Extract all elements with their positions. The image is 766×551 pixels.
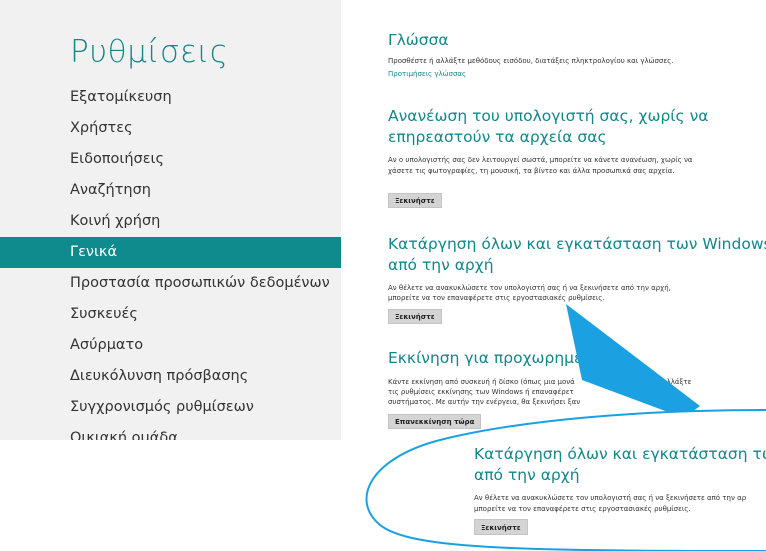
settings-title: Ρυθμίσεις: [70, 34, 229, 70]
advanced-startup-description-line1: Κάντε εκκίνηση από συσκευή ή δίσκο (όπως…: [388, 378, 575, 386]
sidebar-item-homegroup[interactable]: Οικιακή ομάδα: [0, 423, 341, 440]
reset-description-line2: μπορείτε να τον επαναφέρετε στις εργοστα…: [388, 294, 605, 302]
sidebar-item-users[interactable]: Χρήστες: [0, 113, 341, 144]
sidebar-item-personalization[interactable]: Εξατομίκευση: [0, 82, 341, 113]
refresh-description: Αν ο υπολογιστής σας δεν λειτουργεί σωστ…: [388, 156, 693, 175]
settings-sidebar: Ρυθμίσεις Εξατομίκευση Χρήστες Ειδοποιήσ…: [0, 0, 341, 440]
sidebar-item-share[interactable]: Κοινή χρήση: [0, 206, 341, 237]
zoomed-reset-section: Κατάργηση όλων και εγκατάσταση των Win α…: [474, 434, 766, 551]
advanced-startup-description-line1-end: αλλάξτε: [662, 378, 692, 386]
reset-heading-line2: από την αρχή: [388, 256, 494, 274]
zoomed-reset-description-line2: μπορείτε να τον επαναφέρετε στις εργοστα…: [474, 505, 691, 513]
sidebar-item-privacy[interactable]: Προστασία προσωπικών δεδομένων: [0, 268, 341, 299]
sidebar-item-devices[interactable]: Συσκευές: [0, 299, 341, 330]
advanced-startup-description-line2: τις ρυθμίσεις εκκίνησης των Windows ή επ…: [388, 388, 574, 396]
sidebar-item-general[interactable]: Γενικά: [0, 237, 341, 268]
zoomed-reset-heading-line2: από την αρχή: [474, 466, 580, 484]
advanced-startup-description-line2-end: ιδο: [668, 388, 679, 396]
refresh-start-button[interactable]: Ξεκινήστε: [388, 193, 442, 208]
reset-heading-line1: Κατάργηση όλων και εγκατάσταση των Windo…: [388, 235, 766, 253]
sidebar-item-notifications[interactable]: Ειδοποιήσεις: [0, 144, 341, 175]
restart-now-button[interactable]: Επανεκκίνηση τώρα: [388, 414, 482, 429]
zoomed-reset-description-line1: Αν θέλετε να ανακυκλώσετε τον υπολογιστή…: [474, 494, 747, 502]
sidebar-item-sync-settings[interactable]: Συγχρονισμός ρυθμίσεων: [0, 392, 341, 423]
zoomed-reset-start-button[interactable]: Ξεκινήστε: [474, 519, 528, 535]
sidebar-item-wireless[interactable]: Ασύρματο: [0, 330, 341, 361]
language-heading: Γλώσσα: [388, 31, 449, 49]
advanced-startup-description-line3: συστήματος. Με αυτήν την ενέργεια, θα ξε…: [388, 398, 581, 406]
sidebar-item-search[interactable]: Αναζήτηση: [0, 175, 341, 206]
language-preferences-link[interactable]: Προτιμήσεις γλώσσας: [388, 70, 466, 78]
language-description: Προσθέστε ή αλλάξτε μεθόδους εισόδου, δι…: [388, 57, 674, 65]
advanced-startup-heading: Εκκίνηση για προχωρημένου: [388, 349, 610, 367]
refresh-heading-line2: επηρεαστούν τα αρχεία σας: [388, 128, 607, 146]
zoomed-reset-heading-line1: Κατάργηση όλων και εγκατάσταση των Win: [474, 445, 766, 463]
sidebar-item-ease-of-access[interactable]: Διευκόλυνση πρόσβασης: [0, 361, 341, 392]
refresh-heading-line1: Ανανέωση του υπολογιστή σας, χωρίς να: [388, 107, 709, 125]
reset-description-line1: Αν θέλετε να ανακυκλώσετε τον υπολογιστή…: [388, 284, 671, 292]
reset-start-button[interactable]: Ξεκινήστε: [388, 309, 442, 324]
